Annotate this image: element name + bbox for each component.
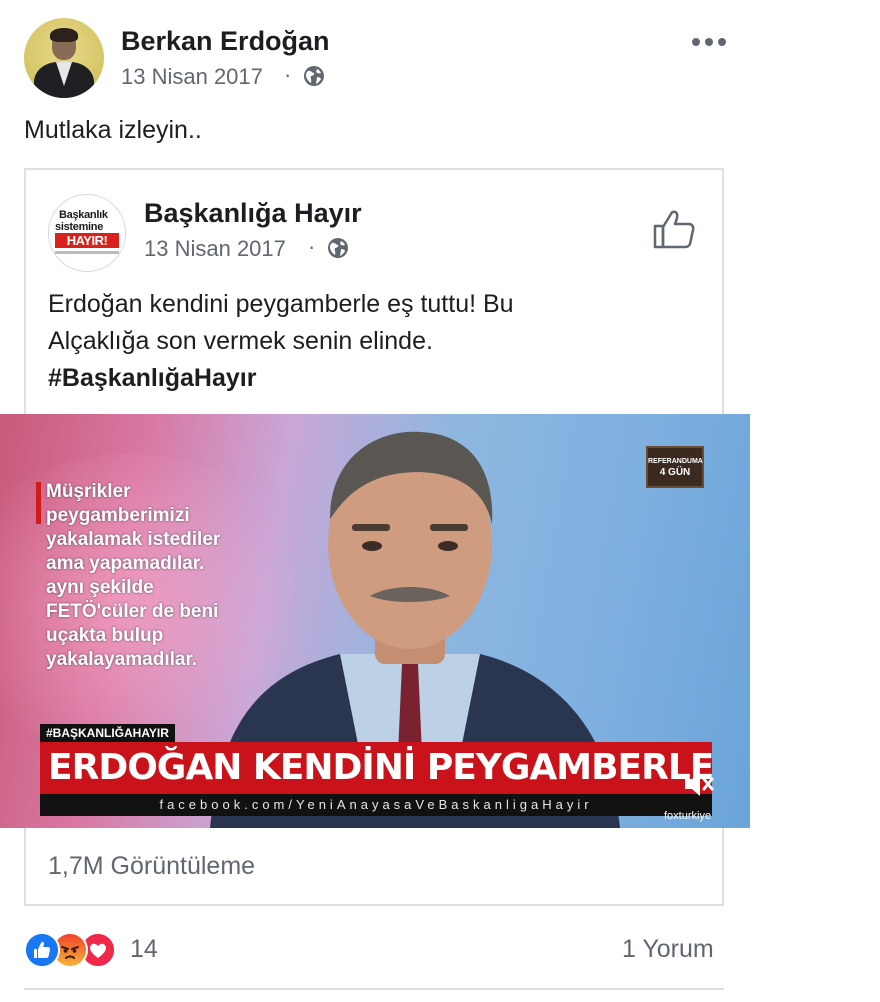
separator-dot: ·: [284, 62, 292, 87]
shared-text-line: Alçaklığa son vermek senin elinde.: [48, 327, 433, 355]
globe-icon: [304, 66, 324, 86]
video-player[interactable]: Müşrikler peygamberimizi yakalamak isted…: [0, 414, 750, 828]
comment-count-link[interactable]: 1 Yorum: [622, 935, 714, 964]
quote-line: ama yapamadılar.: [46, 553, 205, 574]
page-name[interactable]: Başkanlığa Hayır: [144, 198, 362, 229]
shared-text-line: Erdoğan kendini peygamberle eş tuttu! Bu: [48, 290, 514, 318]
view-count: 1,7M Görüntüleme: [48, 852, 256, 880]
quote-line: Müşrikler: [46, 481, 131, 502]
post-timestamp[interactable]: 13 Nisan 2017: [121, 64, 263, 90]
video-quote: Müşrikler peygamberimizi yakalamak isted…: [46, 480, 286, 672]
author-name[interactable]: Berkan Erdoğan: [121, 26, 330, 57]
shared-post-text: Erdoğan kendini peygamberle eş tuttu! Bu…: [48, 286, 688, 397]
author-avatar[interactable]: [24, 18, 104, 98]
logo-line-3: HAYIR!: [55, 233, 119, 248]
video-url-bar: facebook.com/YeniAnayasaVeBaskanligaHayi…: [40, 794, 712, 816]
logo-line-2: sistemine: [55, 221, 104, 233]
more-options-icon[interactable]: [692, 38, 728, 50]
globe-icon: [328, 238, 348, 258]
video-banner: ERDOĞAN KENDİNİ PEYGAMBERLE EŞ TUTTU: [40, 742, 712, 794]
quote-line: FETÖ'cüler de beni: [46, 601, 219, 622]
badge-line-2: 4 GÜN: [659, 467, 691, 478]
divider: [24, 988, 724, 990]
video-watermark: foxturkiye: [664, 810, 712, 822]
referendum-badge: REFERANDUMA 4 GÜN: [646, 446, 704, 488]
reaction-icons[interactable]: [24, 932, 124, 968]
reaction-count[interactable]: 14: [130, 935, 158, 964]
like-outline-icon[interactable]: [652, 208, 696, 250]
quote-line: yakalayamadılar.: [46, 649, 198, 670]
page-logo[interactable]: Başkanlık sistemine HAYIR!: [48, 194, 126, 272]
video-hashtag-label: #BAŞKANLIĞAHAYIR: [40, 724, 175, 742]
quote-line: yakalamak istediler: [46, 529, 221, 550]
badge-line-1: REFERANDUMA: [648, 458, 703, 465]
logo-line-1: Başkanlık: [59, 209, 108, 221]
shared-timestamp[interactable]: 13 Nisan 2017: [144, 236, 286, 262]
quote-line: peygamberimizi: [46, 505, 190, 526]
separator-dot: ·: [308, 234, 316, 259]
mute-icon[interactable]: [682, 768, 716, 800]
quote-line: uçakta bulup: [46, 625, 164, 646]
hashtag-link[interactable]: #BaşkanlığaHayır: [48, 360, 688, 397]
quote-line: aynı şekilde: [46, 577, 154, 598]
post-text: Mutlaka izleyin..: [24, 116, 202, 144]
like-reaction-icon: [24, 932, 60, 968]
